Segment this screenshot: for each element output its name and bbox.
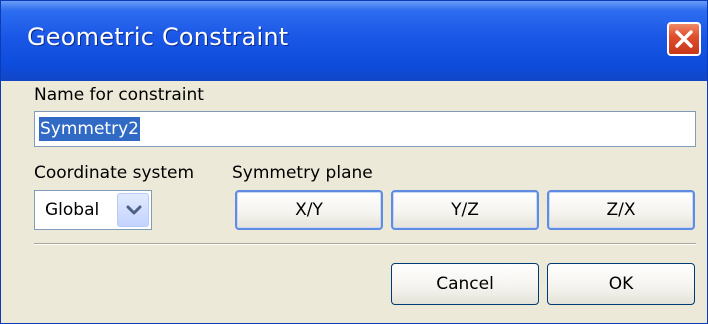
divider	[34, 243, 696, 245]
ok-button[interactable]: OK	[547, 263, 695, 305]
cancel-label: Cancel	[436, 274, 494, 294]
close-button[interactable]	[667, 22, 701, 56]
ok-label: OK	[608, 274, 634, 294]
plane-yz-label: Y/Z	[451, 200, 479, 220]
coordinate-system-value: Global	[45, 200, 100, 220]
plane-zx-label: Z/X	[606, 200, 636, 220]
dialog-window: Geometric Constraint Name for constraint…	[0, 0, 708, 324]
coordinate-system-select[interactable]: Global	[34, 190, 152, 230]
plane-zx-button[interactable]: Z/X	[547, 190, 695, 230]
symmetry-plane-label: Symmetry plane	[232, 163, 373, 183]
coordinate-system-label: Coordinate system	[34, 163, 195, 183]
close-icon	[675, 30, 693, 48]
plane-yz-button[interactable]: Y/Z	[391, 190, 539, 230]
window-title: Geometric Constraint	[27, 23, 289, 51]
dropdown-button[interactable]	[117, 193, 149, 227]
constraint-name-input[interactable]: Symmetry2	[34, 111, 696, 147]
name-label: Name for constraint	[34, 85, 204, 105]
chevron-down-icon	[126, 205, 142, 215]
cancel-button[interactable]: Cancel	[391, 263, 539, 305]
plane-xy-button[interactable]: X/Y	[235, 190, 383, 230]
plane-xy-label: X/Y	[295, 200, 323, 220]
constraint-name-value: Symmetry2	[39, 117, 140, 141]
title-bar[interactable]: Geometric Constraint	[1, 1, 707, 81]
